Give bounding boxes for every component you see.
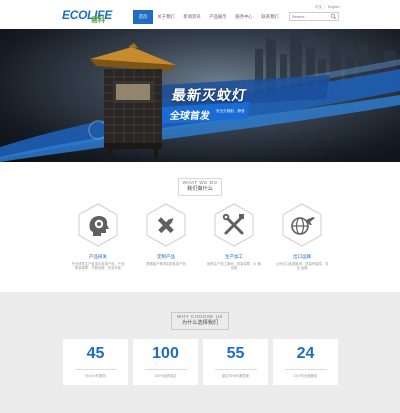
- why-title: WHY CHOOSE US 为什么选择我们: [171, 312, 229, 330]
- service-desc: 根据客户需求定制各类产品: [146, 262, 186, 266]
- services-title: WHAT WE DO 我们做什么: [178, 178, 222, 196]
- site-header: ECOLIFE 易科 首页 关于我们 新闻资讯 产品展示 服务中心 联系我们 中…: [0, 0, 400, 29]
- stat-value: 100: [152, 345, 179, 362]
- search-box: [289, 12, 339, 21]
- stat-card: 55 超过55%的满意度: [203, 339, 268, 385]
- stat-divider: [144, 369, 187, 370]
- service-desc: 拥有生产加工基地，质量保障，价 格优惠: [207, 262, 261, 271]
- logo-cn: 易科: [91, 17, 105, 24]
- why-title-cn: 为什么选择我们: [181, 320, 219, 326]
- nav-about[interactable]: 关于我们: [153, 10, 179, 24]
- search-icon[interactable]: [330, 13, 337, 20]
- service-name: 出口运输: [293, 254, 311, 259]
- service-item-custom[interactable]: 定制产品 根据客户需求定制各类产品: [136, 203, 196, 266]
- stat-value: 55: [226, 345, 245, 362]
- stat-value: 24: [296, 345, 315, 362]
- why-title-en: WHY CHOOSE US: [177, 314, 223, 319]
- tools-icon: [214, 203, 254, 247]
- service-desc: 公司出口各国各地，质量有保障，安全 运输: [275, 262, 329, 271]
- search-input[interactable]: [292, 13, 328, 20]
- service-name: 生产加工: [225, 254, 243, 259]
- service-desc: 专业研发生产各类灭蚊用产品，产品 质量保障，不断创新，安全环保: [71, 262, 125, 271]
- stat-value: 45: [86, 345, 105, 362]
- service-name: 定制产品: [157, 254, 175, 259]
- stat-card: 24 24小时全程服务: [273, 339, 338, 385]
- logo[interactable]: ECOLIFE 易科: [62, 7, 120, 25]
- globe-plane-icon: [282, 203, 322, 247]
- stat-divider: [214, 369, 257, 370]
- stat-divider: [284, 369, 327, 370]
- nav-home[interactable]: 首页: [133, 10, 153, 24]
- services-title-cn: 我们做什么: [187, 186, 213, 192]
- pencil-ruler-icon: [146, 203, 186, 247]
- stat-card: 45 天45小时服务: [63, 339, 128, 385]
- stat-divider: [74, 369, 117, 370]
- service-item-export[interactable]: 出口运输 公司出口各国各地，质量有保障，安全 运输: [272, 203, 332, 271]
- nav-products[interactable]: 产品展示: [205, 10, 231, 24]
- service-name: 产品研发: [89, 254, 107, 259]
- why-choose-us-section: [0, 292, 400, 413]
- banner-headline: 最新灭蚊灯: [170, 87, 249, 103]
- nav-news[interactable]: 新闻资讯: [179, 10, 205, 24]
- banner-subheadline: 全球首发: [168, 111, 211, 122]
- stat-label: 超过55%的满意度: [221, 374, 250, 378]
- nav-contact[interactable]: 联系我们: [257, 10, 283, 24]
- stat-label: 100%品质保证: [154, 374, 177, 378]
- service-item-production[interactable]: 生产加工 拥有生产加工基地，质量保障，价 格优惠: [204, 203, 264, 271]
- main-nav: 首页 关于我们 新闻资讯 产品展示 服务中心 联系我们: [133, 10, 283, 24]
- hero-banner: 最新灭蚊灯 全球首发 安全无辐射，静音: [0, 29, 400, 162]
- stat-label: 24小时全程服务: [293, 374, 318, 378]
- language-switch[interactable]: 中文 ｜ English: [315, 5, 340, 10]
- banner-tagline: 安全无辐射，静音: [216, 109, 245, 113]
- services-title-en: WHAT WE DO: [182, 180, 218, 185]
- stat-card: 100 100%品质保证: [133, 339, 198, 385]
- nav-service[interactable]: 服务中心: [231, 10, 257, 24]
- service-item-rd[interactable]: 产品研发 专业研发生产各类灭蚊用产品，产品 质量保障，不断创新，安全环保: [68, 203, 128, 271]
- stat-label: 天45小时服务: [85, 374, 106, 378]
- brain-gear-icon: [78, 203, 118, 247]
